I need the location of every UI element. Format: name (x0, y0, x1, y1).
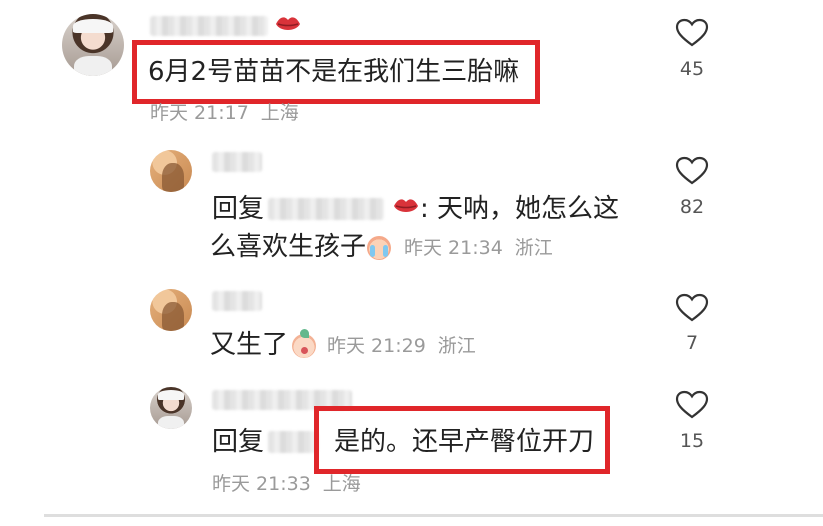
avatar[interactable] (62, 14, 124, 76)
comment-text: 是的。还早产臀位开刀 (334, 427, 595, 457)
face-emoji-icon (292, 329, 316, 358)
heart-icon[interactable] (675, 293, 709, 323)
location: 浙江 (437, 335, 476, 357)
silhouette-graphic (161, 162, 184, 192)
timestamp: 昨天 21:17 (150, 102, 249, 124)
crying-emoji-icon (367, 236, 391, 260)
location: 浙江 (514, 237, 553, 259)
comment-text: : 天呐，她怎么这 (420, 194, 620, 224)
avatar[interactable] (150, 150, 192, 192)
comment-meta: 昨天 21:29 浙江 (327, 334, 488, 358)
comment-text: 么喜欢生孩子 (210, 232, 367, 262)
silhouette-graphic (161, 301, 184, 331)
username-redacted[interactable] (150, 16, 268, 36)
like-count: 7 (685, 332, 699, 354)
comment-text: 6月2号苗苗不是在我们生三胎嘛 (148, 57, 520, 87)
username-redacted[interactable] (212, 152, 262, 172)
username-redacted[interactable] (212, 291, 262, 311)
location: 上海 (260, 102, 299, 124)
cap-graphic (157, 390, 185, 400)
body-graphic (74, 56, 112, 76)
comment-meta: 昨天 21:34 浙江 (404, 236, 565, 260)
comment-meta: 昨天 21:33 上海 (212, 472, 373, 496)
like-count: 15 (679, 430, 705, 452)
divider (44, 514, 823, 517)
timestamp: 昨天 21:33 (212, 473, 311, 495)
comment-text: 又生了 (210, 330, 289, 360)
cap-graphic (73, 18, 113, 33)
avatar[interactable] (150, 387, 192, 429)
reply-target-redacted[interactable] (268, 198, 384, 220)
lips-emoji-icon (276, 17, 300, 30)
like-count: 45 (679, 58, 705, 80)
body-graphic (158, 415, 184, 429)
heart-icon[interactable] (675, 390, 709, 420)
location: 上海 (322, 473, 361, 495)
reply-prefix: 回复 (212, 427, 265, 457)
heart-icon[interactable] (675, 156, 709, 186)
reply-prefix: 回复 (212, 194, 265, 224)
reply-target-redacted[interactable] (268, 431, 318, 453)
heart-icon[interactable] (675, 18, 709, 48)
timestamp: 昨天 21:29 (327, 335, 426, 357)
lips-emoji-icon (394, 199, 418, 212)
timestamp: 昨天 21:34 (404, 237, 503, 259)
like-count: 82 (679, 196, 705, 218)
comment-meta: 昨天 21:17 上海 (150, 101, 311, 125)
avatar[interactable] (150, 289, 192, 331)
